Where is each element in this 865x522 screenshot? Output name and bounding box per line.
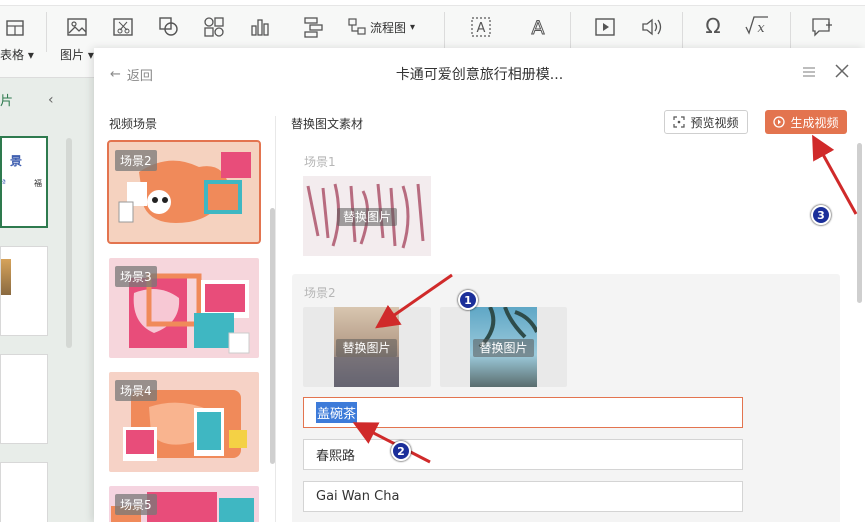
scene-label: 场景5 — [115, 494, 157, 515]
section-label-scene1: 场景1 — [304, 155, 336, 169]
audio-icon[interactable] — [640, 16, 664, 38]
column-divider — [275, 116, 276, 522]
slide-thumb-small-text: 福 — [34, 179, 42, 188]
symbol-omega-icon[interactable]: Ω — [702, 15, 724, 37]
scene-card-4[interactable]: 场景4 — [109, 372, 259, 472]
svg-text:Ω: Ω — [705, 15, 720, 37]
scene2-text-input-2[interactable]: 春熙路 — [303, 439, 743, 470]
comment-icon[interactable] — [810, 16, 834, 38]
flowchart-label: 流程图 — [370, 20, 407, 35]
table-icon[interactable] — [5, 18, 25, 38]
textbox-icon[interactable]: A — [470, 16, 492, 38]
scene2-text-input-3[interactable]: Gai Wan Cha — [303, 481, 743, 512]
section-label-scene2: 场景2 — [304, 286, 336, 300]
slide-thumbnail[interactable] — [0, 462, 48, 522]
input-value: 春熙路 — [316, 449, 356, 464]
preview-icon — [673, 116, 686, 128]
svg-text:A: A — [477, 21, 486, 36]
content-scrollbar[interactable] — [857, 143, 862, 303]
scenes-scrollbar[interactable] — [270, 208, 275, 464]
replace-title: 替换图文素材 — [291, 117, 364, 131]
icons-library-icon[interactable] — [203, 16, 225, 38]
replace-image-button[interactable]: 替换图片 — [334, 339, 399, 357]
crop-picture-icon[interactable] — [112, 16, 134, 38]
scene-card-3[interactable]: 场景3 — [109, 258, 259, 358]
input-value: Gai Wan Cha — [316, 489, 400, 504]
replace-image-button[interactable]: 替换图片 — [303, 208, 431, 226]
scene1-image[interactable]: 替换图片 — [303, 176, 431, 256]
step-badge-3: 3 — [811, 205, 831, 225]
slide-thumb-text: 景 — [10, 154, 23, 168]
ribbon-divider — [46, 12, 47, 52]
scene-label: 场景3 — [115, 266, 157, 287]
chart-icon[interactable] — [249, 16, 271, 38]
wordart-icon[interactable]: A — [527, 16, 549, 39]
replace-image-label: 替换图片 — [473, 339, 534, 357]
picture-icon[interactable] — [66, 16, 88, 38]
preview-label: 预览视频 — [690, 115, 739, 130]
slide-thumbnail-panel: 片 ‹ 景 ª 福 — [0, 78, 94, 522]
replace-image-button[interactable]: 替换图片 — [470, 339, 537, 357]
close-icon[interactable] — [834, 63, 850, 79]
scene-card-2[interactable]: 场景2 — [107, 140, 261, 244]
ribbon-divider — [790, 12, 791, 52]
slide-thumbnail[interactable] — [0, 246, 48, 336]
video-template-dialog: ← 返回 卡通可爱创意旅行相册模... 视频场景 场景2 场景3 场景4 场景5… — [94, 48, 865, 522]
slide-thumb-image — [1, 259, 11, 295]
menu-icon[interactable] — [802, 65, 816, 79]
scene2-image-2[interactable]: 替换图片 — [470, 307, 537, 387]
scene-card-5[interactable]: 场景5 — [109, 486, 259, 522]
formula-icon[interactable]: x — [744, 15, 770, 37]
table-button[interactable]: 表格 ▾ — [0, 46, 34, 63]
video-icon[interactable] — [594, 16, 616, 38]
generate-label: 生成视频 — [790, 115, 839, 130]
flowchart-icon — [348, 18, 366, 35]
dialog-header: ← 返回 卡通可爱创意旅行相册模... — [94, 48, 865, 98]
flowchart-button[interactable]: 流程图 ▾ — [348, 18, 415, 36]
selected-text: 盖碗茶 — [316, 402, 358, 423]
step-badge-2: 2 — [391, 441, 411, 461]
replace-image-label: 替换图片 — [336, 208, 397, 226]
dialog-title: 卡通可爱创意旅行相册模... — [395, 67, 564, 83]
generate-icon — [773, 116, 786, 128]
picture-button[interactable]: 图片 ▾ — [60, 46, 94, 63]
shapes-icon[interactable] — [158, 16, 180, 38]
svg-text:A: A — [532, 17, 545, 38]
slide-thumb-small-text: ª — [2, 178, 6, 187]
step-badge-1: 1 — [458, 290, 478, 310]
ribbon-top-strip — [0, 0, 865, 6]
slide-thumbnail[interactable] — [0, 354, 48, 444]
slide-thumbnail-selected[interactable]: 景 ª 福 — [0, 136, 48, 228]
chevron-down-icon: ▾ — [410, 21, 416, 33]
panel-header: 片 — [0, 94, 14, 109]
ribbon-divider — [444, 12, 445, 52]
scene2-image-1[interactable]: 替换图片 — [334, 307, 399, 387]
preview-video-button[interactable]: 预览视频 — [664, 110, 748, 134]
smartart-icon[interactable] — [302, 16, 324, 38]
generate-video-button[interactable]: 生成视频 — [765, 110, 847, 134]
table-label: 表格 — [0, 48, 25, 62]
collapse-panel-icon[interactable]: ‹ — [48, 92, 54, 108]
scenes-title: 视频场景 — [109, 117, 158, 131]
svg-text:x: x — [757, 21, 765, 36]
panel-scrollbar[interactable] — [66, 138, 72, 348]
ribbon-divider — [570, 12, 571, 52]
scene2-text-input-1[interactable]: 盖碗茶 — [303, 397, 743, 428]
picture-label: 图片 — [60, 48, 85, 62]
replace-image-label: 替换图片 — [336, 339, 397, 357]
scene-label: 场景2 — [115, 150, 157, 171]
ribbon-divider — [682, 12, 683, 52]
scene-label: 场景4 — [115, 380, 157, 401]
